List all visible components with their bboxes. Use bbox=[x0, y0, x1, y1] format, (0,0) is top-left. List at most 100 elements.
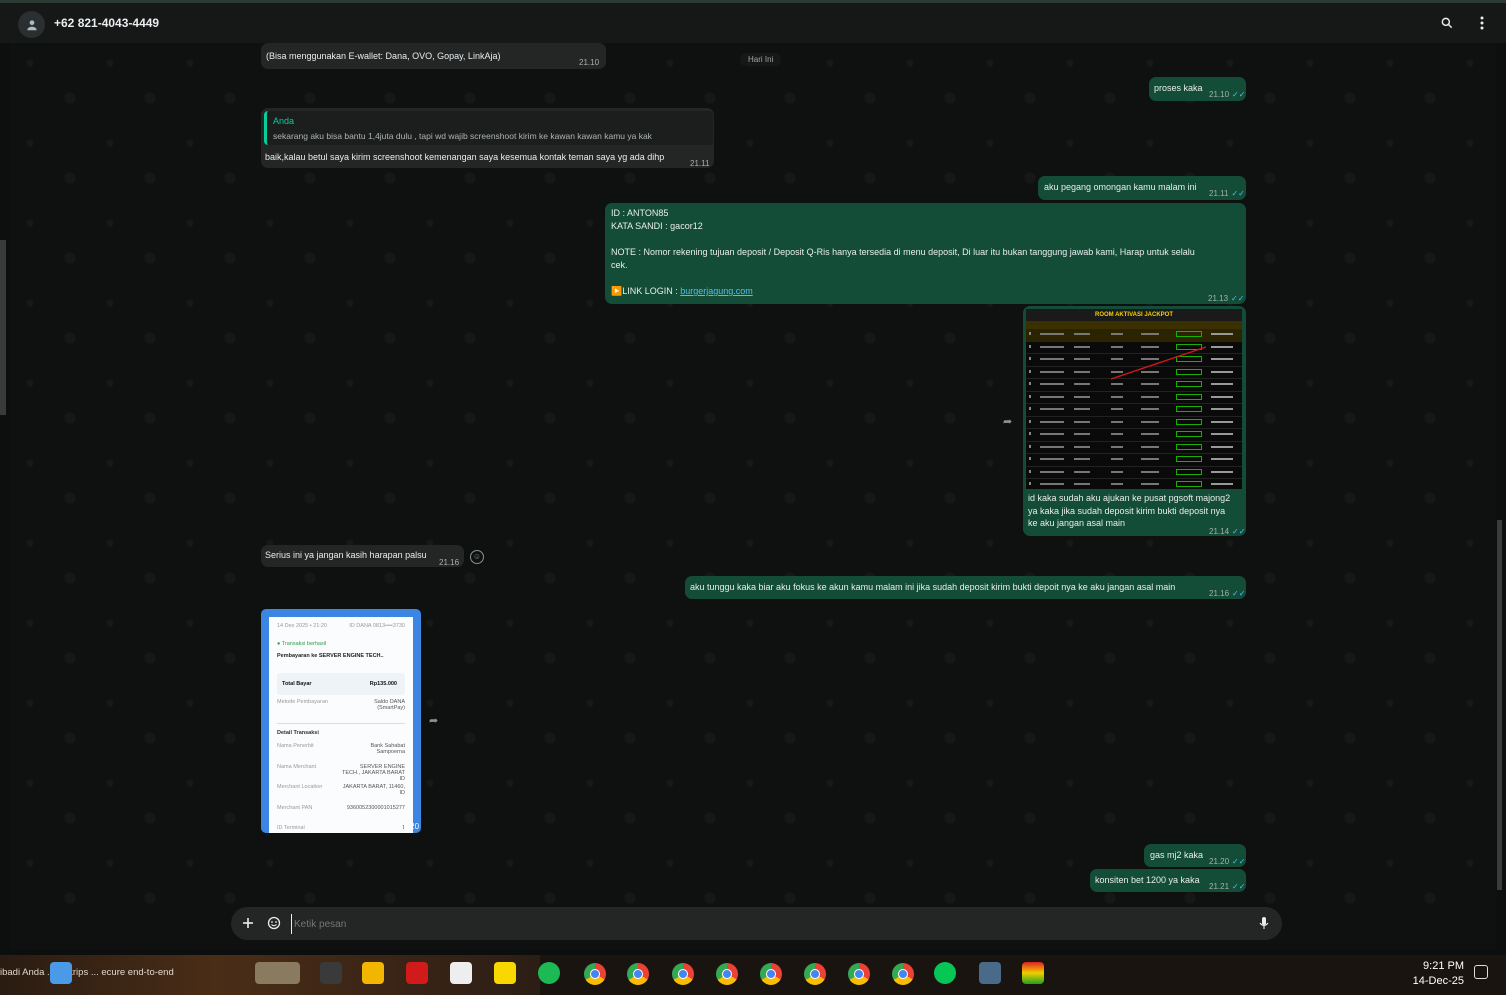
spotify-icon[interactable] bbox=[538, 962, 560, 984]
image-table-cell bbox=[1029, 457, 1031, 460]
login-link[interactable]: burgerjagung.com bbox=[680, 286, 753, 296]
message-incoming[interactable]: (Bisa menggunakan E-wallet: Dana, OVO, G… bbox=[261, 43, 606, 69]
chrome-icon[interactable] bbox=[627, 963, 649, 985]
sticky-notes-icon[interactable] bbox=[494, 962, 516, 984]
file-explorer-icon[interactable] bbox=[362, 962, 384, 984]
chrome-icon[interactable] bbox=[804, 963, 826, 985]
image-table-row bbox=[1026, 479, 1242, 489]
search-icon[interactable] bbox=[1438, 14, 1456, 32]
image-table-cell bbox=[1211, 470, 1233, 473]
chrome-icon[interactable] bbox=[584, 963, 606, 985]
line-icon[interactable] bbox=[934, 962, 956, 984]
clock[interactable]: 9:21 PM 14-Dec-25 bbox=[1400, 959, 1464, 989]
text-line: id kaka sudah aku ajukan ke pusat pgsoft… bbox=[1028, 493, 1231, 503]
message-input[interactable] bbox=[291, 914, 1196, 934]
quoted-message[interactable]: Anda sekarang aku bisa bantu 1,4juta dul… bbox=[264, 111, 713, 145]
jackpot-image[interactable]: ROOM AKTIVASI JACKPOT bbox=[1026, 309, 1242, 489]
message-text: aku pegang omongan kamu malam ini bbox=[1044, 182, 1197, 192]
detail-key: Nama Penerbit bbox=[277, 743, 314, 749]
forward-icon[interactable]: ➦ bbox=[1003, 415, 1017, 428]
image-table-cell bbox=[1029, 394, 1031, 398]
composer bbox=[10, 905, 1496, 950]
image-table-cell bbox=[1074, 445, 1090, 448]
message-time: 21.20 bbox=[399, 822, 420, 831]
image-table-header bbox=[1026, 321, 1242, 329]
detail-title: Detail Transaksi bbox=[277, 730, 319, 736]
image-table-cell bbox=[1029, 482, 1031, 485]
message-list[interactable]: (Bisa menggunakan E-wallet: Dana, OVO, G… bbox=[10, 43, 1496, 905]
receipt-detail-row: ID Terminal 1 bbox=[277, 825, 405, 831]
windows-start-icon[interactable] bbox=[50, 962, 72, 984]
wps-office-icon[interactable] bbox=[406, 962, 428, 984]
check-icon: ✓✓ bbox=[1232, 589, 1246, 598]
taskbar: ibadi Anda ... ankrips ... ecure end-to-… bbox=[0, 955, 1506, 995]
image-table-cell bbox=[1040, 395, 1064, 398]
image-table-cell bbox=[1029, 432, 1031, 435]
forward-icon[interactable]: ➦ bbox=[429, 714, 443, 727]
bluestacks-icon[interactable] bbox=[1022, 962, 1044, 984]
message-outgoing[interactable]: aku tunggu kaka biar aku fokus ke akun k… bbox=[685, 576, 1246, 599]
image-table-cell bbox=[1176, 331, 1202, 337]
image-table-cell bbox=[1040, 358, 1064, 360]
text-line: KATA SANDI : gacor12 bbox=[611, 221, 703, 231]
text-line bbox=[611, 233, 1195, 246]
message-incoming[interactable]: Anda sekarang aku bisa bantu 1,4juta dul… bbox=[261, 108, 714, 168]
task-view-icon[interactable] bbox=[320, 962, 342, 984]
image-table-cell bbox=[1074, 395, 1090, 398]
mic-icon[interactable] bbox=[1258, 916, 1270, 930]
chat-scrollbar[interactable] bbox=[1497, 520, 1502, 890]
message-incoming-image[interactable]: 14 Des 2025 • 21:20 ID DANA 0813••••3730 … bbox=[261, 609, 421, 833]
message-outgoing[interactable]: proses kaka 21.10 ✓✓ bbox=[1149, 77, 1246, 101]
plus-icon[interactable] bbox=[241, 916, 255, 930]
quote-author: Anda bbox=[273, 116, 295, 126]
chrome-icon[interactable] bbox=[760, 963, 782, 985]
image-table-cell bbox=[1040, 420, 1064, 423]
message-input-box[interactable] bbox=[231, 907, 1282, 940]
image-table-cell bbox=[1176, 456, 1202, 462]
image-table-cell bbox=[1074, 433, 1090, 435]
image-table-cell bbox=[1141, 445, 1159, 448]
chrome-icon[interactable] bbox=[892, 963, 914, 985]
message-outgoing[interactable]: gas mj2 kaka 21.20 ✓✓ bbox=[1144, 844, 1246, 867]
avatar[interactable] bbox=[18, 11, 45, 38]
check-icon: ✓✓ bbox=[1232, 90, 1246, 99]
message-time: 21.10 bbox=[579, 58, 600, 67]
left-scrollbar[interactable] bbox=[0, 240, 6, 415]
message-meta: 21.16 ✓✓ bbox=[1209, 589, 1246, 598]
whatsapp-window: +62 821-4043-4449 (Bisa menggunakan E-wa… bbox=[0, 0, 1506, 955]
message-outgoing-image[interactable]: ROOM AKTIVASI JACKPOT id kaka sudah aku … bbox=[1023, 306, 1246, 536]
image-table-cell bbox=[1111, 395, 1123, 398]
message-outgoing[interactable]: aku pegang omongan kamu malam ini 21.11 ✓… bbox=[1038, 176, 1246, 200]
sticker-icon[interactable] bbox=[267, 916, 281, 930]
chrome-icon[interactable] bbox=[848, 963, 870, 985]
detail-key: Nama Merchant bbox=[277, 763, 317, 770]
image-table-cell bbox=[1029, 344, 1031, 348]
image-table-cell bbox=[1074, 470, 1090, 473]
total-label: Total Bayar bbox=[282, 681, 312, 687]
image-table-cell bbox=[1211, 445, 1233, 448]
text-editor-icon[interactable] bbox=[450, 962, 472, 984]
day-separator: Hari Ini bbox=[740, 53, 782, 66]
cut-off-text bbox=[266, 43, 586, 44]
emoji-react-icon[interactable]: ☺ bbox=[470, 550, 484, 564]
image-table-cell bbox=[1141, 458, 1159, 460]
message-meta: 21.21 ✓✓ bbox=[1209, 882, 1246, 891]
chat-header[interactable]: +62 821-4043-4449 bbox=[0, 3, 1506, 43]
app-icon[interactable] bbox=[979, 962, 1001, 984]
more-vert-icon[interactable] bbox=[1473, 14, 1491, 32]
detail-key: ID Terminal bbox=[277, 825, 305, 831]
notification-icon[interactable] bbox=[1474, 965, 1488, 979]
message-outgoing[interactable]: konsiten bet 1200 ya kaka 21.21 ✓✓ bbox=[1090, 869, 1246, 892]
message-meta: 21.13 ✓✓ bbox=[1208, 294, 1245, 303]
contact-name[interactable]: +62 821-4043-4449 bbox=[54, 16, 159, 30]
chrome-icon[interactable] bbox=[716, 963, 738, 985]
chrome-icon[interactable] bbox=[672, 963, 694, 985]
image-table-row bbox=[1026, 454, 1242, 467]
message-outgoing[interactable]: ID : ANTON85 KATA SANDI : gacor12 NOTE :… bbox=[605, 203, 1246, 304]
detail-value: Bank Sahabat Sampoerna bbox=[370, 743, 405, 755]
taskbar-text: ibadi Anda ... ankrips ... ecure end-to-… bbox=[0, 967, 174, 978]
app-thumbnail-icon[interactable] bbox=[255, 962, 300, 984]
image-table-cell bbox=[1141, 420, 1159, 423]
message-incoming[interactable]: Serius ini ya jangan kasih harapan palsu… bbox=[261, 545, 464, 567]
message-time: 21.11 bbox=[690, 159, 710, 168]
